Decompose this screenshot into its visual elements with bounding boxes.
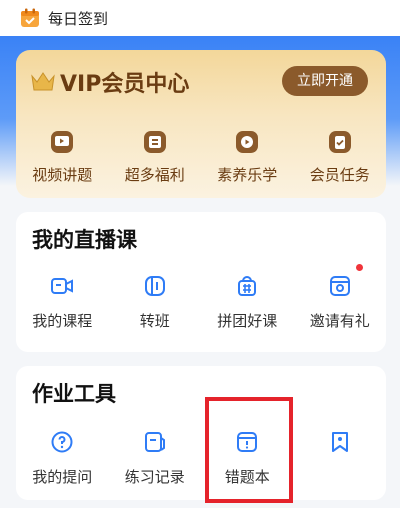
live-item-label: 邀请有礼 [309,312,370,330]
group-buy-icon [238,276,257,296]
tool-item-practice-record[interactable]: 练习记录 [109,430,202,487]
vip-title: VIP会员中心 [60,72,190,97]
calendar-icon [21,8,39,27]
bookmark-icon [331,432,348,452]
daily-signin-bar[interactable]: 每日签到 [0,0,400,36]
video-lesson-icon [51,131,74,153]
tool-item-bookmark[interactable] [294,430,387,487]
vip-item-label: 超多福利 [124,166,185,184]
live-item-label: 拼团好课 [217,312,278,330]
transfer-class-icon [144,276,165,296]
live-item-label: 我的课程 [32,312,93,330]
signin-label: 每日签到 [48,9,109,28]
vip-item-label: 视频讲题 [32,166,93,184]
highlight-box [205,397,293,503]
vip-item-benefits[interactable]: 超多福利 [109,130,202,185]
homework-tools-title: 作业工具 [32,382,116,406]
open-vip-button[interactable]: 立即开通 [282,66,368,96]
tool-item-label: 我的提问 [32,468,93,486]
question-icon [51,431,73,453]
crown-icon [31,72,55,91]
vip-item-label: 会员任务 [309,166,370,184]
invite-icon [329,276,350,296]
vip-item-label: 素养乐学 [217,166,278,184]
vip-item-literacy[interactable]: 素养乐学 [201,130,294,185]
camera-icon [51,278,74,294]
live-item-transfer-class[interactable]: 转班 [109,274,202,331]
vip-center-card[interactable]: VIP会员中心 立即开通 视频讲题 超多福利 素养乐学 会员任务 [16,50,386,198]
live-item-label: 转班 [139,312,170,330]
live-course-title: 我的直播课 [32,228,137,252]
tool-item-my-questions[interactable]: 我的提问 [16,430,109,487]
vip-item-video-lesson[interactable]: 视频讲题 [16,130,109,185]
tool-item-label: 练习记录 [124,468,185,486]
live-item-my-courses[interactable]: 我的课程 [16,274,109,331]
homework-tools-card: 作业工具 我的提问 练习记录 错题本 [16,366,386,500]
live-course-card: 我的直播课 我的课程 转班 拼团好课 邀请有礼 [16,212,386,352]
vip-item-member-task[interactable]: 会员任务 [294,130,387,185]
live-item-invite[interactable]: 邀请有礼 [294,264,387,331]
notification-dot [355,264,363,271]
literacy-icon [236,131,259,153]
benefits-icon [143,131,166,153]
member-task-icon [328,131,351,153]
live-item-group-buy[interactable]: 拼团好课 [201,274,294,331]
practice-record-icon [144,432,165,452]
